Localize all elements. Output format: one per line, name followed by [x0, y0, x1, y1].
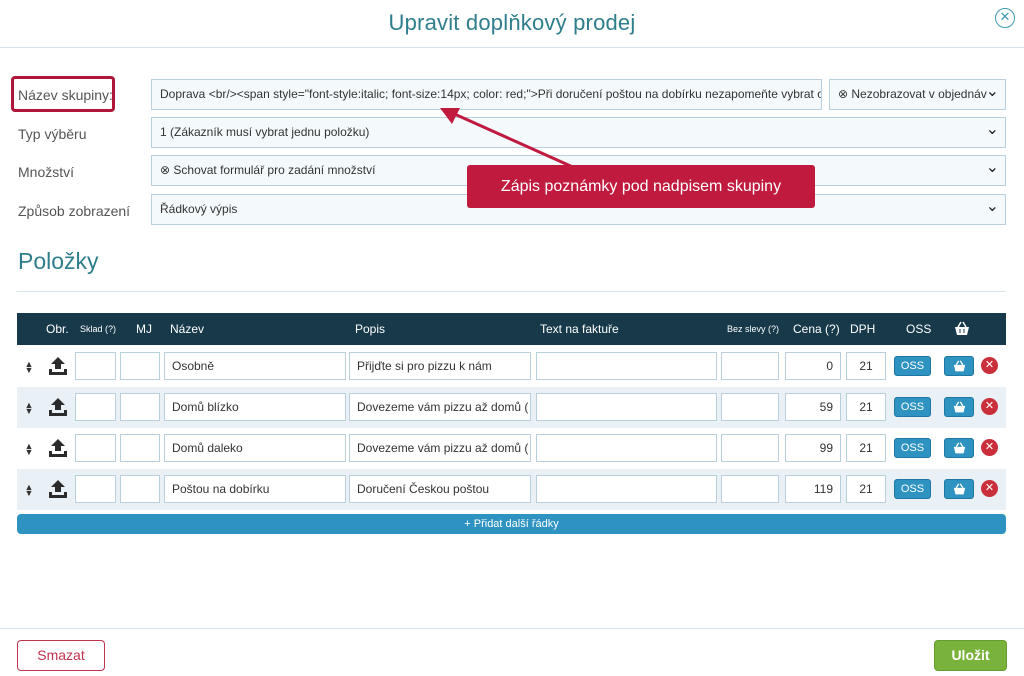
dialog-footer: Smazat Uložit	[0, 628, 1024, 676]
no-discount-input[interactable]	[721, 434, 779, 462]
stock-input[interactable]	[75, 475, 116, 503]
upload-icon[interactable]	[47, 478, 69, 500]
col-description: Popis	[355, 322, 386, 336]
items-table-header: Obr. Sklad (?) MJ Název Popis Text na fa…	[17, 313, 1006, 345]
display-mode-label: Způsob zobrazení	[18, 203, 131, 219]
save-button[interactable]: Uložit	[934, 640, 1007, 671]
col-no-discount[interactable]: Bez slevy (?)	[727, 324, 779, 334]
vat-input[interactable]: 21	[846, 434, 886, 462]
unit-input[interactable]	[120, 434, 160, 462]
col-oss: OSS	[906, 322, 932, 336]
name-input[interactable]: Poštou na dobírku	[164, 475, 346, 503]
name-input[interactable]: Osobně	[164, 352, 346, 380]
delete-row-icon[interactable]: ✕	[981, 480, 998, 497]
section-divider	[17, 291, 1006, 292]
stock-input[interactable]	[75, 393, 116, 421]
quantity-label: Množství	[18, 164, 75, 180]
description-input[interactable]: Doručení Českou poštou	[349, 475, 531, 503]
oss-button[interactable]: OSS	[894, 479, 931, 499]
invoice-text-input[interactable]	[536, 352, 717, 380]
group-name-label: Název skupiny:	[18, 87, 113, 103]
price-input[interactable]: 119	[785, 475, 841, 503]
price-input[interactable]: 59	[785, 393, 841, 421]
sort-handle-icon[interactable]: ▲ ▼	[24, 442, 34, 457]
col-unit: MJ	[136, 322, 152, 336]
basket-button[interactable]	[944, 397, 974, 417]
add-rows-button[interactable]: + Přidat další řádky	[17, 514, 1006, 534]
price-input[interactable]: 99	[785, 434, 841, 462]
oss-button[interactable]: OSS	[894, 438, 931, 458]
col-image: Obr.	[46, 322, 69, 336]
col-invoice-text: Text na faktuře	[540, 322, 619, 336]
description-input[interactable]: Dovezeme vám pizzu až domů (	[349, 434, 531, 462]
basket-icon	[955, 321, 969, 335]
unit-input[interactable]	[120, 393, 160, 421]
sort-handle-icon[interactable]: ▲ ▼	[24, 360, 34, 375]
dialog-title: Upravit doplňkový prodej	[388, 10, 636, 35]
description-input[interactable]: Dovezeme vám pizzu až domů (	[349, 393, 531, 421]
description-input[interactable]: Přijďte si pro pizzu k nám	[349, 352, 531, 380]
unit-input[interactable]	[120, 475, 160, 503]
oss-button[interactable]: OSS	[894, 356, 931, 376]
stock-input[interactable]	[75, 434, 116, 462]
price-input[interactable]: 0	[785, 352, 841, 380]
callout-note: Zápis poznámky pod nadpisem skupiny	[467, 165, 815, 208]
delete-button[interactable]: Smazat	[17, 640, 105, 671]
invoice-text-input[interactable]	[536, 475, 717, 503]
basket-button[interactable]	[944, 479, 974, 499]
dialog-header: Upravit doplňkový prodej ✕	[0, 0, 1024, 48]
no-discount-input[interactable]	[721, 352, 779, 380]
upload-icon[interactable]	[47, 355, 69, 377]
name-input[interactable]: Domů blízko	[164, 393, 346, 421]
basket-icon	[953, 442, 966, 454]
items-section-title: Položky	[18, 248, 99, 274]
selection-type-label: Typ výběru	[18, 126, 87, 142]
col-price[interactable]: Cena (?)	[793, 322, 840, 336]
col-vat: DPH	[850, 322, 876, 336]
invoice-text-input[interactable]	[536, 393, 717, 421]
delete-row-icon[interactable]: ✕	[981, 398, 998, 415]
display-in-order-select[interactable]: ⊗ Nezobrazovat v objednáv	[829, 79, 1006, 110]
basket-icon	[953, 401, 966, 413]
invoice-text-input[interactable]	[536, 434, 717, 462]
sort-handle-icon[interactable]: ▲ ▼	[24, 483, 34, 498]
name-input[interactable]: Domů daleko	[164, 434, 346, 462]
vat-input[interactable]: 21	[846, 352, 886, 380]
upload-icon[interactable]	[47, 396, 69, 418]
close-icon[interactable]: ✕	[995, 8, 1015, 28]
no-discount-input[interactable]	[721, 393, 779, 421]
delete-row-icon[interactable]: ✕	[981, 357, 998, 374]
vat-input[interactable]: 21	[846, 475, 886, 503]
col-stock[interactable]: Sklad (?)	[80, 324, 116, 334]
no-discount-input[interactable]	[721, 475, 779, 503]
unit-input[interactable]	[120, 352, 160, 380]
sort-handle-icon[interactable]: ▲ ▼	[24, 401, 34, 416]
basket-button[interactable]	[944, 438, 974, 458]
col-name: Název	[170, 322, 205, 336]
delete-row-icon[interactable]: ✕	[981, 439, 998, 456]
vat-input[interactable]: 21	[846, 393, 886, 421]
basket-icon	[953, 483, 966, 495]
basket-icon	[953, 360, 966, 372]
basket-button[interactable]	[944, 356, 974, 376]
upload-icon[interactable]	[47, 437, 69, 459]
oss-button[interactable]: OSS	[894, 397, 931, 417]
stock-input[interactable]	[75, 352, 116, 380]
